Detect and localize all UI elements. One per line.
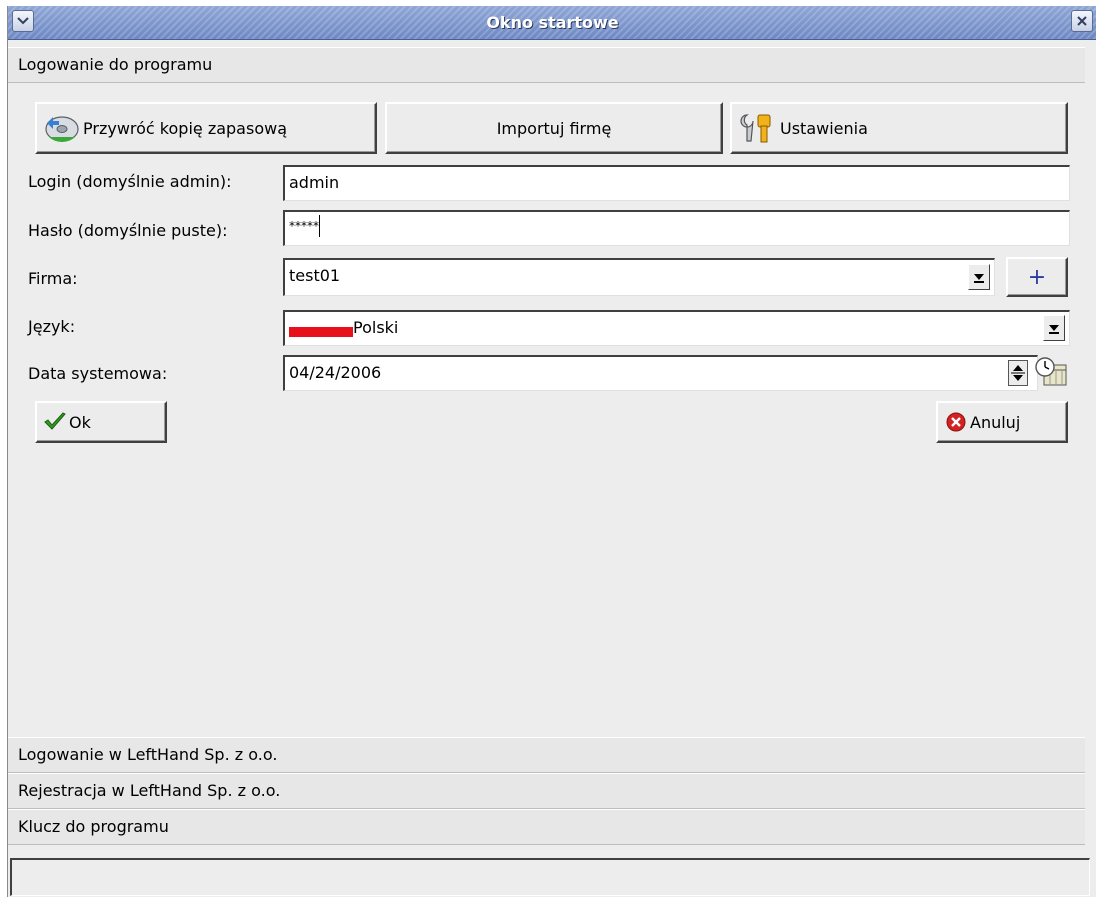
company-label: Firma: (28, 269, 78, 288)
cancel-button[interactable]: Anuluj (936, 401, 1068, 443)
company-value: test01 (289, 266, 341, 285)
section-program-key[interactable]: Klucz do programu (8, 809, 1085, 845)
language-dropdown-button[interactable] (1043, 315, 1065, 341)
ok-button[interactable]: Ok (35, 401, 167, 443)
login-label: Login (domyślnie admin): (28, 172, 232, 191)
cancel-label: Anuluj (970, 412, 1021, 432)
restore-backup-label: Przywróć kopię zapasową (83, 118, 287, 138)
section-login-program[interactable]: Logowanie do programu (8, 47, 1085, 83)
restore-backup-button[interactable]: Przywróć kopię zapasową (35, 102, 377, 154)
language-value: Polski (353, 318, 399, 337)
status-bar (10, 858, 1090, 896)
calendar-button[interactable] (1034, 356, 1068, 388)
import-company-label: Importuj firmę (496, 118, 612, 138)
tools-icon (740, 114, 771, 143)
date-label: Data systemowa: (28, 364, 168, 383)
cancel-icon (946, 412, 966, 432)
password-label: Hasło (domyślnie puste): (28, 221, 228, 240)
import-company-button[interactable]: Importuj firmę (385, 102, 723, 154)
window-title: Okno startowe (486, 13, 619, 32)
password-mask: ***** (289, 219, 319, 233)
checkmark-icon (44, 412, 66, 430)
login-input[interactable]: admin (283, 165, 1070, 201)
section-login-lefthand[interactable]: Logowanie w LeftHand Sp. z o.o. (8, 737, 1085, 773)
text-cursor (319, 214, 320, 237)
title-bar[interactable]: Okno startowe (8, 6, 1096, 40)
date-input[interactable]: 04/24/2006 (283, 355, 1038, 391)
add-company-label: + (1027, 264, 1047, 290)
ok-label: Ok (69, 412, 91, 432)
company-dropdown-button[interactable] (968, 264, 990, 290)
language-label: Język: (28, 317, 76, 336)
close-button[interactable] (1071, 10, 1093, 32)
date-spinner[interactable] (1008, 360, 1028, 386)
password-input[interactable]: ***** (283, 210, 1070, 246)
spin-arrows-icon (1011, 365, 1025, 381)
settings-button[interactable]: Ustawienia (730, 102, 1068, 154)
polish-flag-icon (289, 327, 353, 337)
backup-disk-icon (45, 116, 79, 143)
chevron-down-icon (974, 274, 984, 283)
language-select[interactable]: Polski (283, 310, 1070, 346)
company-select[interactable]: test01 (283, 258, 995, 296)
settings-label: Ustawienia (780, 118, 868, 138)
close-icon (1077, 16, 1087, 26)
chevron-down-icon (1049, 325, 1059, 334)
section-register-lefthand[interactable]: Rejestracja w LeftHand Sp. z o.o. (8, 773, 1085, 809)
start-window: Okno startowe Logowanie do programu Przy… (7, 6, 1096, 897)
add-company-button[interactable]: + (1006, 257, 1068, 297)
calendar-clock-icon (1035, 357, 1067, 386)
